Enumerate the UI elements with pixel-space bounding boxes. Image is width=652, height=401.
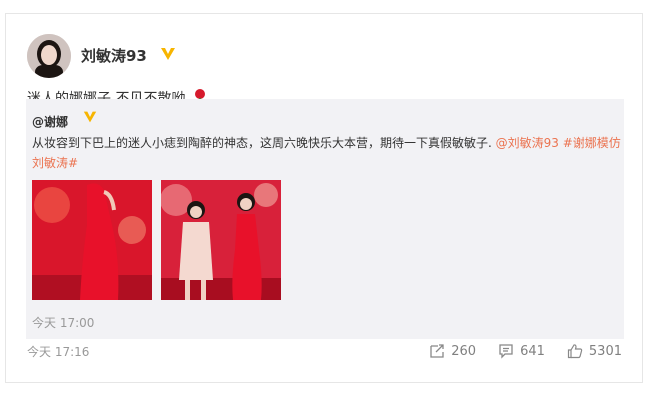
repost-image-1[interactable] [32, 180, 152, 300]
repost-image-2[interactable] [161, 180, 281, 300]
like-icon [567, 344, 583, 359]
verified-icon [83, 111, 97, 123]
comment-icon [499, 344, 513, 359]
weibo-post-card: 刘敏涛93 迷人的娜娜子 不见不散呦 @谢娜 从妆容到下巴上的迷人小痣到陶醉的神… [5, 13, 643, 383]
comment-button[interactable]: 641 [498, 343, 545, 359]
repost-username[interactable]: @谢娜 [32, 113, 68, 130]
repost-button[interactable]: 260 [429, 343, 476, 359]
verified-icon [161, 48, 175, 60]
repost-text-main: 从妆容到下巴上的迷人小痣到陶醉的神态，这周六晚快乐大本营，期待一下真假敏敏子. [32, 136, 496, 150]
like-button[interactable]: 5301 [567, 343, 622, 359]
repost-block[interactable]: @谢娜 从妆容到下巴上的迷人小痣到陶醉的神态，这周六晚快乐大本营，期待一下真假敏… [26, 99, 624, 339]
post-username[interactable]: 刘敏涛93 [81, 45, 147, 66]
repost-timestamp[interactable]: 今天 17:00 [32, 314, 94, 331]
repost-text: 从妆容到下巴上的迷人小痣到陶醉的神态，这周六晚快乐大本营，期待一下真假敏敏子. … [32, 133, 622, 173]
post-timestamp[interactable]: 今天 17:16 [27, 343, 89, 360]
like-count: 5301 [588, 343, 622, 359]
avatar[interactable] [27, 34, 71, 78]
mention-link[interactable]: @刘敏涛93 [496, 136, 559, 150]
repost-count: 260 [451, 343, 477, 359]
repost-icon [430, 344, 444, 358]
post-actions: 260 641 5301 [429, 343, 622, 359]
comment-count: 641 [520, 343, 545, 359]
